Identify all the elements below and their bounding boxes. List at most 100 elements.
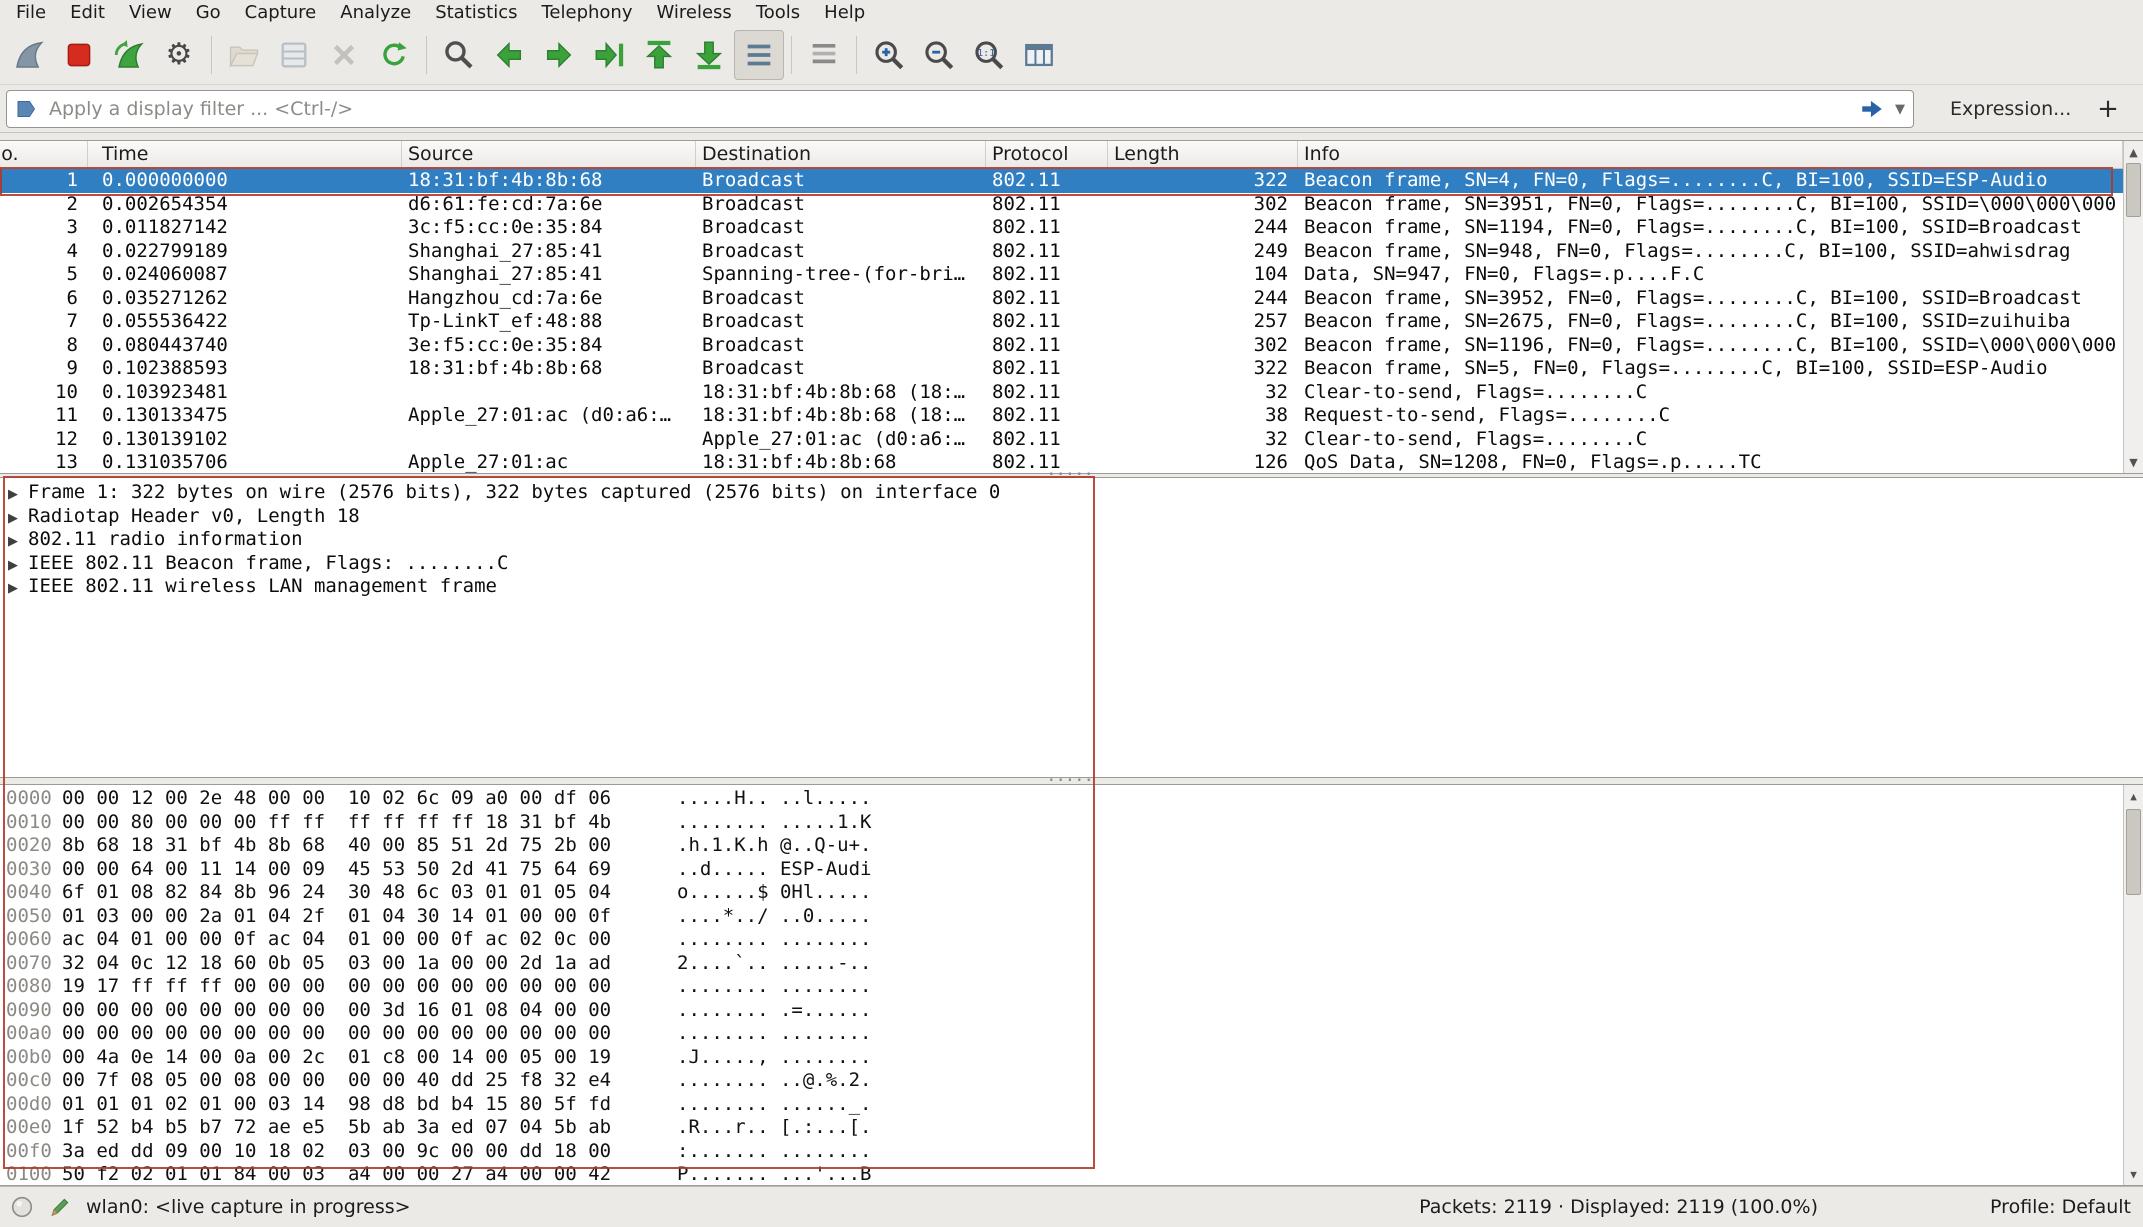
capture-start-button[interactable] <box>4 30 54 80</box>
packet-row-11[interactable]: 110.130133475Apple_27:01:ac (d0:a6:…18:3… <box>0 404 2123 428</box>
zoom-out-button[interactable] <box>914 30 964 80</box>
file-save-button[interactable] <box>269 30 319 80</box>
scrollbar-thumb[interactable] <box>2126 809 2141 895</box>
packet-bytes-scrollbar[interactable]: ▲ ▼ <box>2123 785 2143 1185</box>
expander-icon[interactable]: ▶ <box>8 530 28 554</box>
detail-tree-row[interactable]: ▶Radiotap Header v0, Length 18 <box>0 505 2143 529</box>
detail-tree-row[interactable]: ▶802.11 radio information <box>0 528 2143 552</box>
column-header-no[interactable]: No. <box>0 141 88 168</box>
go-back-button[interactable] <box>484 30 534 80</box>
column-header-protocol[interactable]: Protocol <box>986 141 1108 168</box>
scroll-up-icon[interactable]: ▲ <box>2124 142 2143 162</box>
column-header-destination[interactable]: Destination <box>696 141 986 168</box>
packet-row-6[interactable]: 60.035271262Hangzhou_cd:7a:6eBroadcast80… <box>0 287 2123 311</box>
capture-restart-button[interactable] <box>104 30 154 80</box>
filter-add-button[interactable]: + <box>2085 85 2131 133</box>
resize-columns-button[interactable] <box>1014 30 1064 80</box>
hex-offset: 0070 <box>0 952 62 976</box>
scroll-up-icon[interactable]: ▲ <box>2124 786 2143 806</box>
packet-row-8[interactable]: 80.0804437403e:f5:cc:0e:35:84Broadcast80… <box>0 334 2123 358</box>
detail-tree-row[interactable]: ▶IEEE 802.11 wireless LAN management fra… <box>0 575 2143 599</box>
cell-no: 5 <box>0 263 88 287</box>
menu-capture[interactable]: Capture <box>233 0 329 25</box>
menu-view[interactable]: View <box>117 0 184 25</box>
display-filter-input[interactable]: Apply a display filter ... <Ctrl-/> ▼ <box>6 90 1914 128</box>
packet-row-2[interactable]: 20.002654354d6:61:fe:cd:7a:6eBroadcast80… <box>0 193 2123 217</box>
go-forward-button[interactable] <box>534 30 584 80</box>
packet-list-scrollbar[interactable]: ▲ ▼ <box>2123 141 2143 473</box>
hex-row[interactable]: 00d001 01 01 02 01 00 03 14 98 d8 bd b4 … <box>0 1093 2123 1117</box>
go-last-button[interactable] <box>684 30 734 80</box>
menu-telephony[interactable]: Telephony <box>529 0 644 25</box>
reload-button[interactable] <box>369 30 419 80</box>
hex-row[interactable]: 005001 03 00 00 2a 01 04 2f 01 04 30 14 … <box>0 905 2123 929</box>
packet-row-10[interactable]: 100.10392348118:31:bf:4b:8b:68 (18:…802.… <box>0 381 2123 405</box>
hex-row[interactable]: 007032 04 0c 12 18 60 0b 05 03 00 1a 00 … <box>0 952 2123 976</box>
hex-row[interactable]: 001000 00 80 00 00 00 ff ff ff ff ff ff … <box>0 811 2123 835</box>
menu-analyze[interactable]: Analyze <box>328 0 423 25</box>
hex-row[interactable]: 00f03a ed dd 09 00 10 18 02 03 00 9c 00 … <box>0 1140 2123 1164</box>
hex-row[interactable]: 00a000 00 00 00 00 00 00 00 00 00 00 00 … <box>0 1022 2123 1046</box>
menu-wireless[interactable]: Wireless <box>644 0 743 25</box>
go-to-packet-button[interactable] <box>584 30 634 80</box>
hex-row[interactable]: 00b000 4a 0e 14 00 0a 00 2c 01 c8 00 14 … <box>0 1046 2123 1070</box>
packet-row-1[interactable]: 10.00000000018:31:bf:4b:8b:68Broadcast80… <box>0 169 2123 193</box>
hex-row[interactable]: 00208b 68 18 31 bf 4b 8b 68 40 00 85 51 … <box>0 834 2123 858</box>
go-first-button[interactable] <box>634 30 684 80</box>
menu-edit[interactable]: Edit <box>58 0 117 25</box>
cell-info: Beacon frame, SN=5, FN=0, Flags=........… <box>1298 357 2123 381</box>
menu-statistics[interactable]: Statistics <box>423 0 529 25</box>
file-open-button[interactable] <box>219 30 269 80</box>
menu-file[interactable]: File <box>4 0 58 25</box>
packet-row-4[interactable]: 40.022799189Shanghai_27:85:41Broadcast80… <box>0 240 2123 264</box>
profile-button[interactable]: Profile: Default <box>1990 1196 2131 1218</box>
column-header-info[interactable]: Info <box>1298 141 2123 168</box>
auto-scroll-button[interactable] <box>734 30 784 80</box>
hex-row[interactable]: 00c000 7f 08 05 00 08 00 00 00 00 40 dd … <box>0 1069 2123 1093</box>
hex-row[interactable]: 010050 f2 02 01 01 84 00 03 a4 00 00 27 … <box>0 1163 2123 1185</box>
hex-row[interactable]: 008019 17 ff ff ff 00 00 00 00 00 00 00 … <box>0 975 2123 999</box>
hex-row[interactable]: 00406f 01 08 82 84 8b 96 24 30 48 6c 03 … <box>0 881 2123 905</box>
column-header-length[interactable]: Length <box>1108 141 1298 168</box>
hex-row[interactable]: 00e01f 52 b4 b5 b7 72 ae e5 5b ab 3a ed … <box>0 1116 2123 1140</box>
find-packet-button[interactable] <box>434 30 484 80</box>
filter-bookmark-icon[interactable] <box>15 97 39 121</box>
zoom-original-button[interactable]: 1:1 <box>964 30 1014 80</box>
expander-icon[interactable]: ▶ <box>8 507 28 531</box>
packet-row-7[interactable]: 70.055536422Tp-LinkT_ef:48:88Broadcast80… <box>0 310 2123 334</box>
expression-button[interactable]: Expression... <box>1950 85 2071 133</box>
hex-ascii: :....... ........ <box>677 1140 871 1162</box>
expander-icon[interactable]: ▶ <box>8 554 28 578</box>
filter-dropdown-caret-icon[interactable]: ▼ <box>1895 102 1905 117</box>
hex-row[interactable]: 0060ac 04 01 00 00 0f ac 04 01 00 00 0f … <box>0 928 2123 952</box>
scrollbar-thumb[interactable] <box>2126 163 2141 217</box>
packet-row-3[interactable]: 30.0118271423c:f5:cc:0e:35:84Broadcast80… <box>0 216 2123 240</box>
capture-comment-pencil-icon[interactable] <box>48 1195 72 1219</box>
packet-row-12[interactable]: 120.130139102Apple_27:01:ac (d0:a6:…802.… <box>0 428 2123 452</box>
pane-splitter-bottom[interactable]: ····· <box>0 776 2143 784</box>
scroll-down-icon[interactable]: ▼ <box>2124 1164 2143 1184</box>
column-header-source[interactable]: Source <box>402 141 696 168</box>
column-header-time[interactable]: Time <box>88 141 402 168</box>
file-close-button[interactable] <box>319 30 369 80</box>
detail-tree-row[interactable]: ▶IEEE 802.11 Beacon frame, Flags: ......… <box>0 552 2143 576</box>
colorize-button[interactable] <box>799 30 849 80</box>
filter-apply-button[interactable] <box>1859 96 1885 122</box>
zoom-in-button[interactable] <box>864 30 914 80</box>
capture-options-button[interactable]: ⚙ <box>154 30 204 80</box>
pane-splitter-top[interactable]: ····· <box>0 470 2143 478</box>
menu-go[interactable]: Go <box>184 0 233 25</box>
capture-status-text: wlan0: <live capture in progress> <box>86 1196 411 1218</box>
hex-row[interactable]: 003000 00 64 00 11 14 00 09 45 53 50 2d … <box>0 858 2123 882</box>
expander-icon[interactable]: ▶ <box>8 577 28 601</box>
packet-row-5[interactable]: 50.024060087Shanghai_27:85:41Spanning-tr… <box>0 263 2123 287</box>
hex-bytes: 00 00 80 00 00 00 ff ff ff ff ff ff 18 3… <box>62 811 677 835</box>
expert-info-icon[interactable] <box>10 1195 34 1219</box>
menu-tools[interactable]: Tools <box>744 0 812 25</box>
packet-row-9[interactable]: 90.10238859318:31:bf:4b:8b:68Broadcast80… <box>0 357 2123 381</box>
scroll-down-icon[interactable]: ▼ <box>2124 452 2143 472</box>
hex-row[interactable]: 009000 00 00 00 00 00 00 00 00 3d 16 01 … <box>0 999 2123 1023</box>
expander-icon[interactable]: ▶ <box>8 483 28 507</box>
menu-help[interactable]: Help <box>812 0 877 25</box>
capture-stop-button[interactable] <box>54 30 104 80</box>
